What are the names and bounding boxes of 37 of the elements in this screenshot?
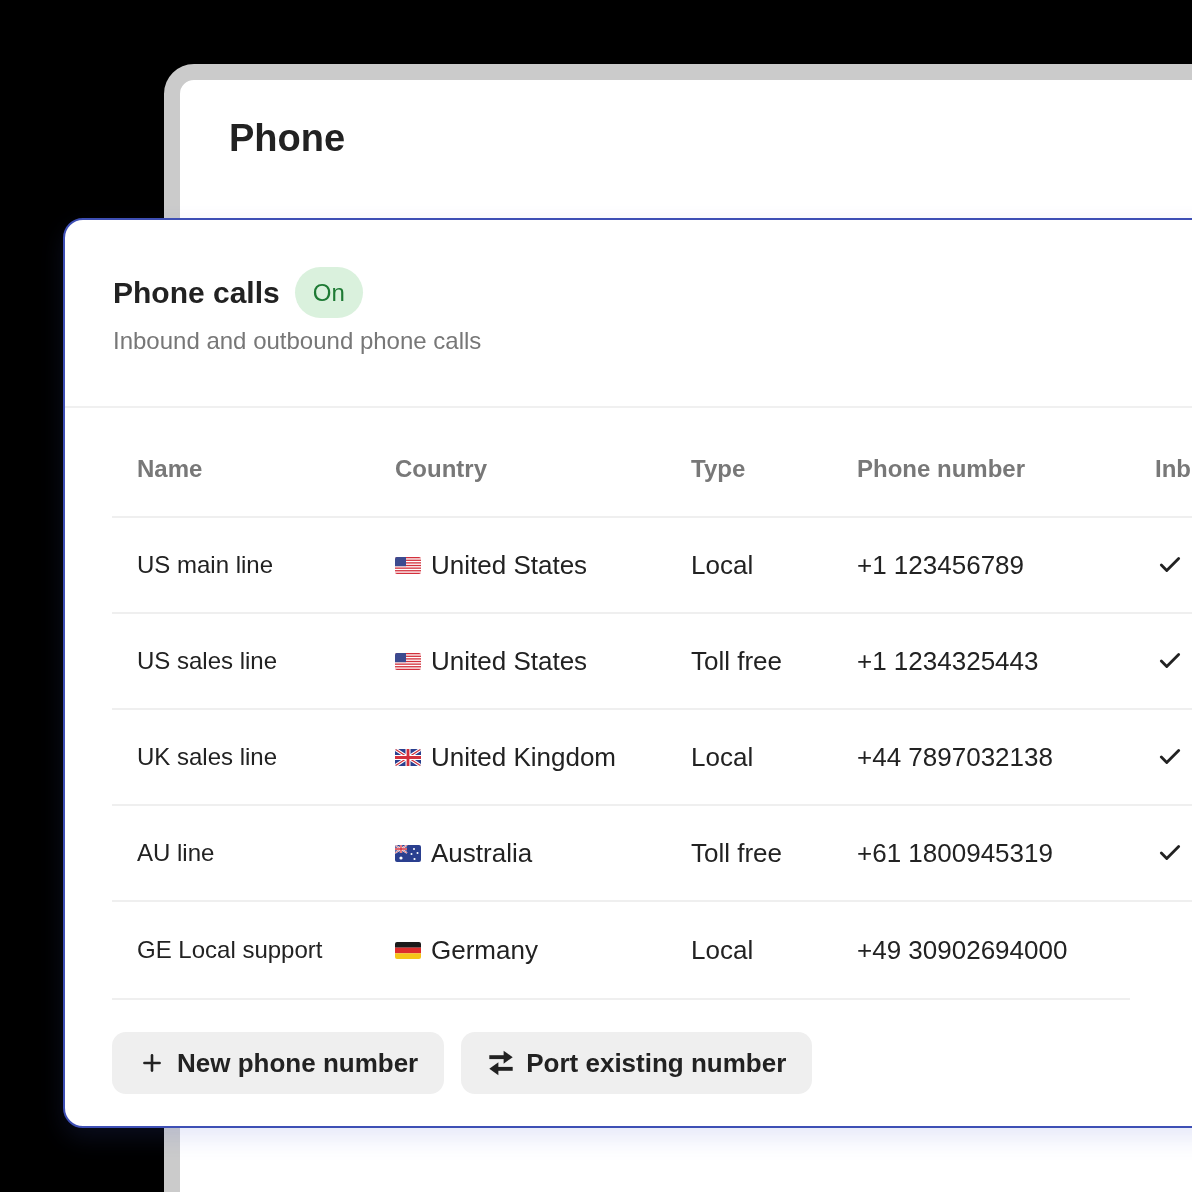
line-type: Local (691, 549, 754, 580)
us-flag-icon (395, 556, 421, 574)
status-badge: On (294, 267, 363, 318)
phone-number: +44 7897032138 (857, 741, 1053, 772)
country-name: United Kingdom (431, 740, 616, 774)
country-name: Germany (431, 933, 538, 967)
line-name: AU line (137, 839, 215, 866)
column-header: Country (395, 455, 487, 482)
column-header: Phone number (857, 455, 1025, 482)
german-flag-icon (395, 941, 421, 959)
country-name: United States (431, 548, 588, 582)
line-type: Toll free (691, 837, 783, 868)
phone-number: +49 30902694000 (857, 934, 1068, 965)
line-type: Toll free (691, 645, 783, 676)
card-title: Phone calls (113, 274, 280, 311)
window-title: Phone (229, 116, 346, 161)
line-name: US main line (137, 551, 274, 578)
us-flag-icon (395, 652, 421, 670)
line-type: Local (691, 741, 754, 772)
country-name: Australia (431, 836, 533, 870)
phone-number: +1 1234325443 (857, 645, 1039, 676)
line-name: UK sales line (137, 743, 278, 770)
column-header: Name (137, 455, 203, 482)
phone-number: +61 1800945319 (857, 837, 1053, 868)
phone-number: +1 123456789 (857, 549, 1024, 580)
australian-flag-icon (395, 844, 421, 862)
line-name: GE Local support (137, 936, 323, 963)
new-phone-number-button[interactable]: New phone number (112, 1032, 445, 1094)
column-header: Inb (1155, 455, 1191, 482)
line-name: US sales line (137, 647, 278, 674)
column-header: Type (691, 455, 746, 482)
line-type: Local (691, 934, 754, 965)
country-name: United States (431, 644, 588, 678)
uk-flag-icon (395, 748, 421, 766)
port-number-button[interactable]: Port existing number (461, 1032, 813, 1094)
card-subtitle: Inbound and outbound phone calls (113, 327, 482, 355)
swap-arrows-icon (488, 1050, 515, 1076)
